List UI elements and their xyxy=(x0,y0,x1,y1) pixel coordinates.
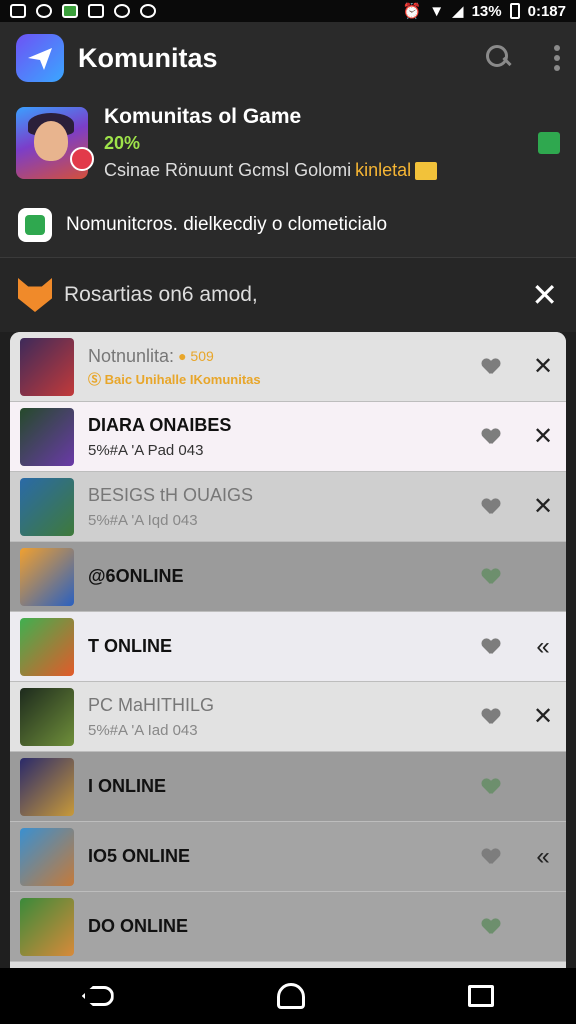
notice-text: Nomunitcros. dielkecdiy o clometicialo xyxy=(66,213,388,235)
game-name: Komunitas ol Game xyxy=(104,105,302,128)
signal-icon: ◢ xyxy=(452,3,464,20)
favorite-icon[interactable] xyxy=(482,639,500,655)
game-badge-icon xyxy=(70,147,94,171)
game-thumbnail xyxy=(20,897,74,956)
game-desc-highlight: kinletal xyxy=(355,160,412,180)
more-vert-icon[interactable] xyxy=(554,45,560,71)
list-item[interactable]: T ONLINE « xyxy=(10,612,566,682)
chat-notification-icon xyxy=(140,4,156,18)
mail-icon xyxy=(415,161,438,180)
list-item-title: DIARA ONAIBES xyxy=(88,414,232,435)
favorite-icon[interactable] xyxy=(482,919,500,935)
list-item-text: I ONLINE xyxy=(88,776,482,797)
fox-icon xyxy=(18,278,52,312)
app-logo-icon xyxy=(16,34,64,82)
app-bar: Komunitas xyxy=(0,22,576,94)
list-item-text: Notnunlita: ● 509 Ⓢ Baic Unihalle IKomunit… xyxy=(88,346,482,388)
list-item-badge: ● 509 xyxy=(178,348,214,364)
game-thumbnail xyxy=(20,827,74,886)
battery-percent: 13% xyxy=(471,2,502,20)
section-header: Rosartias on6 amod, ✕ xyxy=(0,258,576,332)
status-indicator-icon xyxy=(538,132,560,154)
favorite-icon[interactable] xyxy=(482,499,500,515)
game-thumbnail xyxy=(20,547,74,606)
list-item-title: T ONLINE xyxy=(88,636,172,656)
game-thumbnail xyxy=(20,477,74,536)
favorite-icon[interactable] xyxy=(482,569,500,585)
favorite-icon[interactable] xyxy=(482,849,500,865)
list-item-subtitle: 5%#A 'A Pad 043 xyxy=(88,441,204,459)
page-title: Komunitas xyxy=(78,42,218,73)
list-item-text: IO5 ONLINE xyxy=(88,846,482,867)
section-title: Rosartias on6 amod, xyxy=(64,283,258,306)
favorite-icon[interactable] xyxy=(482,779,500,795)
list-item-text: DO ONLINE xyxy=(88,916,482,937)
game-card[interactable]: Komunitas ol Game 20% Csinae Rönuunt Gcm… xyxy=(0,94,576,192)
list-item[interactable]: Notnunlita: ● 509 Ⓢ Baic Unihalle IKomunit… xyxy=(10,332,566,402)
list-item-text: @6ONLINE xyxy=(88,566,482,587)
status-bar: ⏰ ▼ ◢ 13% 0:187 xyxy=(0,0,576,22)
game-thumbnail xyxy=(16,107,94,179)
list-item-text: T ONLINE xyxy=(88,636,482,657)
list-item-subtitle: Ⓢ Baic Unihalle IKomunitas xyxy=(88,371,261,387)
game-thumbnail xyxy=(20,687,74,746)
list-item[interactable]: DO ONLINE xyxy=(10,892,566,962)
back-icon[interactable] xyxy=(81,986,114,1006)
image-notification-icon xyxy=(10,4,26,18)
list-item-text: PC MaHITHILG 5%#A 'A Iad 043 xyxy=(88,695,482,739)
wifi-icon: ▼ xyxy=(429,2,445,20)
status-right: ⏰ ▼ ◢ 13% 0:187 xyxy=(402,2,567,21)
list-item-text: BESIGS tH OUAIGS 5%#A 'A Iqd 043 xyxy=(88,485,482,529)
clock: 0:187 xyxy=(527,2,566,20)
list-item[interactable]: I ONLINE xyxy=(10,752,566,822)
notice-row[interactable]: Nomunitcros. dielkecdiy o clometicialo xyxy=(0,192,576,258)
list-item-subtitle: 5%#A 'A Iad 043 xyxy=(88,721,198,739)
music-notification-icon xyxy=(114,4,130,18)
favorite-icon[interactable] xyxy=(482,429,500,445)
game-thumbnail xyxy=(20,617,74,676)
community-list: Notnunlita: ● 509 Ⓢ Baic Unihalle IKomunit… xyxy=(10,332,566,968)
game-desc-prefix: Csinae Rönuunt Gcmsl Golomi xyxy=(104,160,352,180)
collapse-icon[interactable]: « xyxy=(530,633,556,661)
alarm-icon: ⏰ xyxy=(402,3,422,20)
list-item-title: @6ONLINE xyxy=(88,566,184,586)
list-item-title: IO5 ONLINE xyxy=(88,846,191,866)
battery-icon xyxy=(509,3,520,19)
list-item-title: DO ONLINE xyxy=(88,916,189,936)
remove-icon[interactable]: ✕ xyxy=(530,422,556,451)
remove-icon[interactable]: ✕ xyxy=(530,352,556,381)
check-icon xyxy=(18,207,52,242)
remove-icon[interactable]: ✕ xyxy=(530,702,556,731)
list-item[interactable]: DIARA ONAIBES 5%#A 'A Pad 043 ✕ xyxy=(10,402,566,472)
favorite-icon[interactable] xyxy=(482,359,500,375)
gallery-notification-icon xyxy=(88,4,104,18)
game-thumbnail xyxy=(20,757,74,816)
list-item[interactable]: PC MaHITHILG 5%#A 'A Iad 043 ✕ xyxy=(10,682,566,752)
list-item[interactable]: BESIGS tH OUAIGS 5%#A 'A Iqd 043 ✕ xyxy=(10,472,566,542)
notification-icons xyxy=(10,4,156,18)
list-item-text: DIARA ONAIBES 5%#A 'A Pad 043 xyxy=(88,415,482,459)
list-item-title: BESIGS tH OUAIGS xyxy=(88,484,254,505)
home-icon[interactable] xyxy=(276,983,305,1009)
navigation-bar xyxy=(0,968,576,1024)
game-thumbnail xyxy=(20,407,74,466)
game-percent: 20% xyxy=(104,133,141,153)
game-description: Csinae Rönuunt Gcmsl Golomi kinletal xyxy=(104,160,530,181)
list-item-title: I ONLINE xyxy=(88,776,167,796)
app-notification-icon xyxy=(62,4,78,18)
list-item-subtitle: 5%#A 'A Iqd 043 xyxy=(88,511,198,529)
list-item[interactable]: IO5 ONLINE « xyxy=(10,822,566,892)
close-icon[interactable]: ✕ xyxy=(531,279,558,311)
search-icon[interactable] xyxy=(484,43,514,73)
game-notification-icon xyxy=(36,4,52,18)
collapse-icon[interactable]: « xyxy=(530,843,556,871)
list-item-title: PC MaHITHILG xyxy=(88,694,215,715)
list-item-title: Notnunlita: xyxy=(88,345,175,366)
favorite-icon[interactable] xyxy=(482,709,500,725)
list-item[interactable]: @6ONLINE xyxy=(10,542,566,612)
remove-icon[interactable]: ✕ xyxy=(530,492,556,521)
game-thumbnail xyxy=(20,337,74,396)
recents-icon[interactable] xyxy=(468,985,495,1007)
